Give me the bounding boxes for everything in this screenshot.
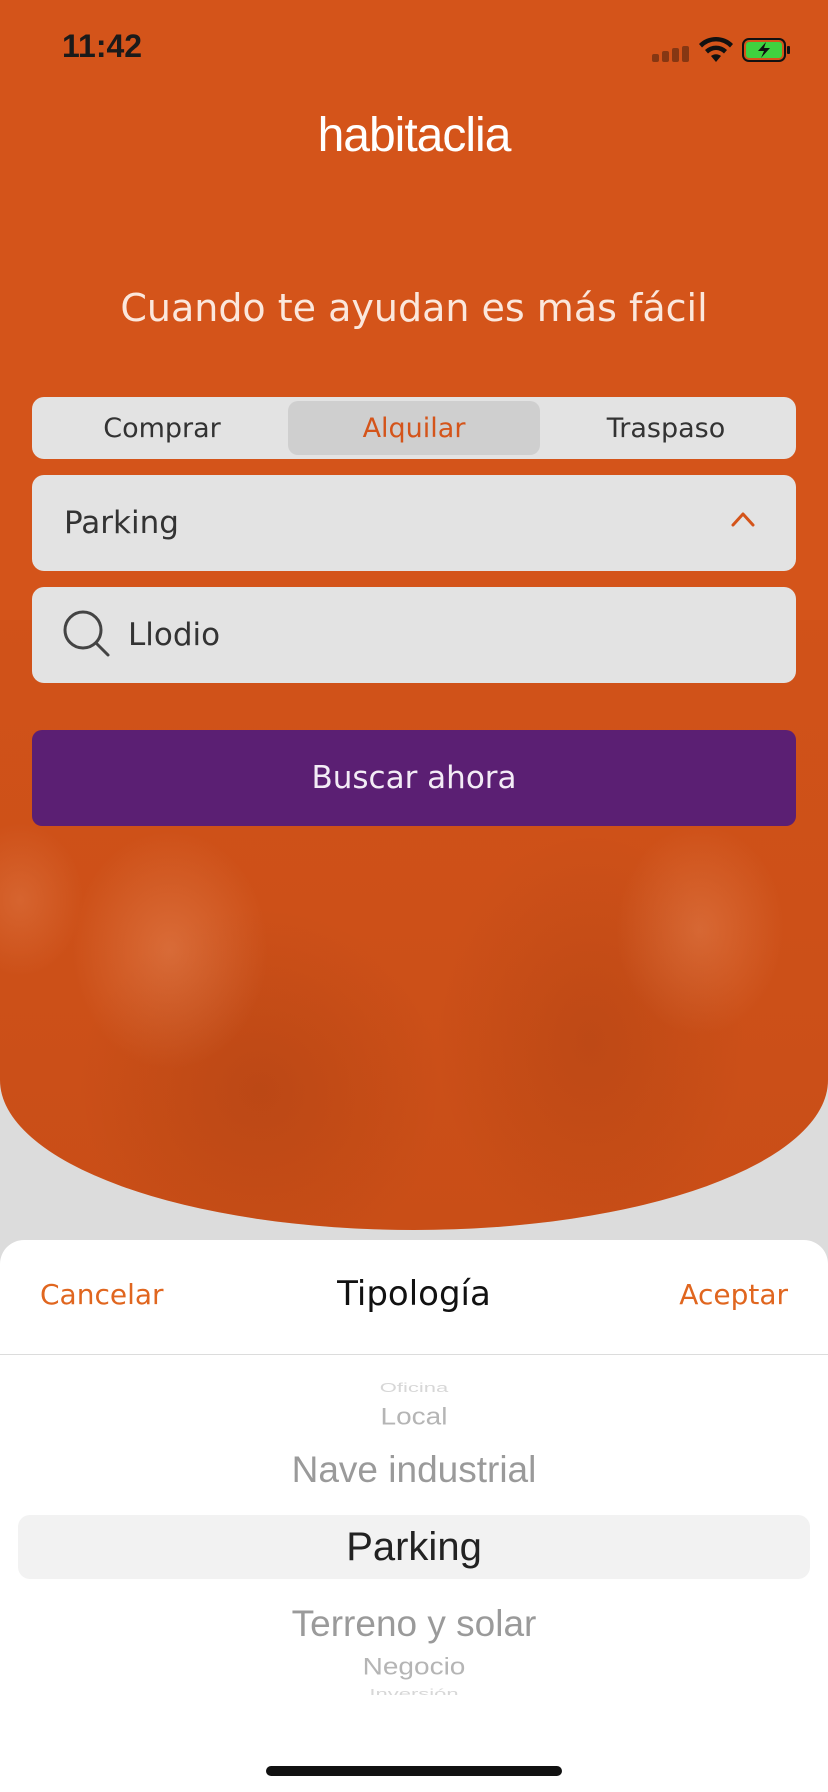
typology-picker-wheel[interactable]: Oficina Local Nave industrial Parking Te…	[0, 1355, 828, 1695]
battery-icon	[742, 38, 790, 62]
location-search-field[interactable]: Llodio	[32, 587, 796, 683]
search-icon	[63, 610, 110, 657]
tab-traspaso[interactable]: Traspaso	[540, 401, 792, 455]
status-time: 11:42	[62, 28, 143, 64]
accept-button[interactable]: Aceptar	[679, 1278, 788, 1311]
background-photo	[0, 620, 828, 1230]
property-type-dropdown[interactable]: Parking	[32, 475, 796, 571]
home-indicator[interactable]	[266, 1766, 562, 1776]
picker-option-oficina[interactable]: Oficina	[0, 1380, 828, 1396]
typology-picker-sheet: Cancelar Tipología Aceptar Oficina Local…	[0, 1240, 828, 1792]
picker-option-inversion[interactable]: Inversión	[0, 1686, 828, 1695]
cancel-button[interactable]: Cancelar	[40, 1278, 164, 1311]
picker-header: Cancelar Tipología Aceptar	[0, 1240, 828, 1355]
picker-option-local[interactable]: Local	[0, 1403, 828, 1430]
operation-segmented-control: Comprar Alquilar Traspaso	[32, 397, 796, 459]
status-bar: 11:42	[0, 0, 828, 100]
picker-option-terreno-y-solar[interactable]: Terreno y solar	[0, 1603, 828, 1645]
picker-option-parking[interactable]: Parking	[0, 1525, 828, 1570]
picker-option-negocio[interactable]: Negocio	[0, 1653, 828, 1680]
wifi-icon	[699, 36, 733, 62]
location-value: Llodio	[128, 617, 221, 653]
cellular-signal-icon	[652, 46, 692, 62]
tab-alquilar[interactable]: Alquilar	[288, 401, 540, 455]
habitaclia-logo: habitaclia	[317, 109, 512, 162]
picker-option-nave-industrial[interactable]: Nave industrial	[0, 1449, 828, 1491]
chevron-up-icon	[731, 512, 755, 527]
tab-comprar[interactable]: Comprar	[36, 401, 288, 455]
property-type-value: Parking	[64, 505, 179, 541]
search-now-button[interactable]: Buscar ahora	[32, 730, 796, 826]
hero-headline: Cuando te ayudan es más fácil	[120, 286, 708, 330]
